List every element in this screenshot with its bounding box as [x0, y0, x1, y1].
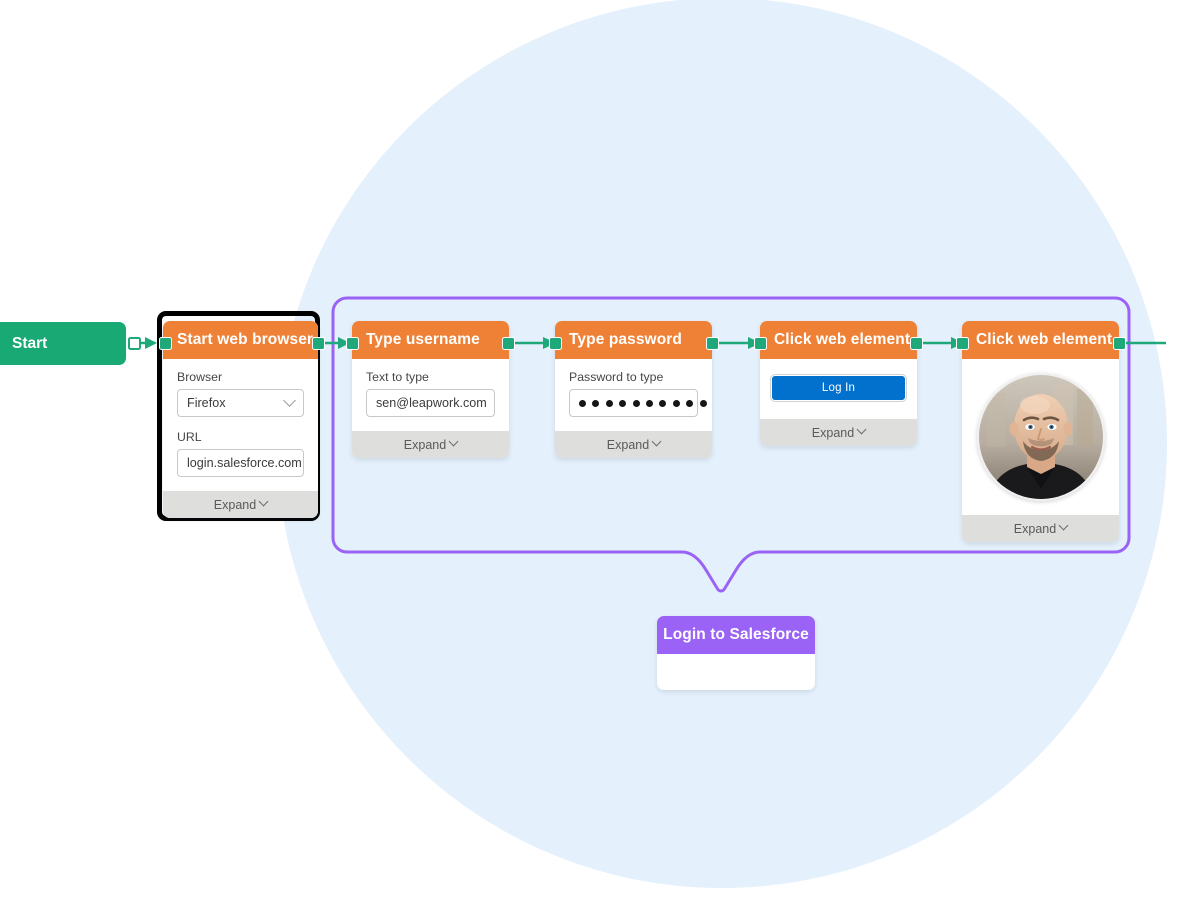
- node-expand-label: Expand: [213, 497, 257, 512]
- start-node[interactable]: Start: [0, 322, 126, 365]
- node-expand-button[interactable]: Expand: [760, 419, 917, 446]
- chevron-down-icon: [258, 496, 269, 507]
- node-header: Login to Salesforce: [657, 616, 815, 654]
- url-input[interactable]: login.salesforce.com: [177, 449, 304, 477]
- node-title: Click web element: [774, 331, 911, 348]
- node3-output-port[interactable]: [706, 337, 719, 350]
- node3-input-port[interactable]: [549, 337, 562, 350]
- url-input-value: login.salesforce.com: [187, 456, 302, 470]
- node-header: Click web element: [962, 321, 1119, 359]
- node-body: [962, 359, 1119, 515]
- password-to-type-input[interactable]: [569, 389, 707, 417]
- text-to-type-input[interactable]: sen@leapwork.com: [366, 389, 495, 417]
- text-to-type-value: sen@leapwork.com: [376, 396, 487, 410]
- password-to-type-label: Password to type: [569, 370, 664, 384]
- chevron-down-icon: [651, 436, 662, 447]
- chevron-down-icon: [448, 436, 459, 447]
- node-click-web-element-login[interactable]: Click web element Log In Expand: [760, 321, 917, 446]
- node-header: Start web browser: [163, 321, 318, 359]
- node-title: Click web element: [976, 331, 1113, 348]
- password-masked-value: [579, 399, 712, 407]
- node1-input-port[interactable]: [159, 337, 172, 350]
- node-header: Type username: [352, 321, 509, 359]
- flow-canvas[interactable]: Start Start web browser Browser Firefox …: [0, 0, 1177, 906]
- node-expand-button[interactable]: Expand: [555, 431, 712, 458]
- node-body: Text to type sen@leapwork.com: [352, 359, 509, 431]
- node5-output-port[interactable]: [1113, 337, 1126, 350]
- avatar-photo: [978, 375, 1103, 499]
- browser-select-value: Firefox: [187, 396, 226, 410]
- start-node-output-port[interactable]: [128, 337, 141, 350]
- start-node-label: Start: [12, 334, 48, 352]
- node-body: [657, 654, 815, 690]
- chevron-down-icon: [856, 424, 867, 435]
- browser-field-label: Browser: [177, 370, 223, 384]
- node-title: Start web browser: [177, 331, 314, 348]
- node-expand-button[interactable]: Expand: [352, 431, 509, 458]
- node-type-username[interactable]: Type username Text to type sen@leapwork.…: [352, 321, 509, 458]
- node-click-web-element-avatar[interactable]: Click web element Expand: [962, 321, 1119, 542]
- chevron-down-icon: [283, 393, 296, 407]
- node-header: Click web element: [760, 321, 917, 359]
- node-expand-button[interactable]: Expand: [962, 515, 1119, 542]
- node-type-password[interactable]: Type password Password to type Expand: [555, 321, 712, 458]
- node1-output-port[interactable]: [312, 337, 325, 350]
- node-title: Type username: [366, 331, 480, 348]
- node-title: Type password: [569, 331, 682, 348]
- node-title: Login to Salesforce: [663, 626, 809, 643]
- node-expand-button[interactable]: Expand: [163, 491, 318, 518]
- node-body: Password to type: [555, 359, 712, 431]
- node4-input-port[interactable]: [754, 337, 767, 350]
- node-expand-label: Expand: [811, 425, 855, 440]
- browser-select[interactable]: Firefox: [177, 389, 304, 417]
- node-expand-label: Expand: [403, 437, 447, 452]
- node5-input-port[interactable]: [956, 337, 969, 350]
- node2-output-port[interactable]: [502, 337, 515, 350]
- node-body: Browser Firefox URL login.salesforce.com: [163, 359, 318, 491]
- field-spacer: [177, 417, 304, 430]
- node4-output-port[interactable]: [910, 337, 923, 350]
- node-header: Type password: [555, 321, 712, 359]
- text-to-type-label: Text to type: [366, 370, 429, 384]
- node-subflow-login-to-salesforce[interactable]: Login to Salesforce: [657, 616, 815, 690]
- chevron-down-icon: [1058, 520, 1069, 531]
- node-start-web-browser[interactable]: Start web browser Browser Firefox URL lo…: [163, 321, 318, 518]
- url-field-label: URL: [177, 430, 202, 444]
- node2-input-port[interactable]: [346, 337, 359, 350]
- node-expand-label: Expand: [606, 437, 650, 452]
- node-body: Log In: [760, 359, 917, 419]
- salesforce-login-button-preview[interactable]: Log In: [770, 374, 907, 402]
- avatar[interactable]: [976, 373, 1105, 501]
- salesforce-login-button-label: Log In: [821, 382, 856, 394]
- node-expand-label: Expand: [1013, 521, 1057, 536]
